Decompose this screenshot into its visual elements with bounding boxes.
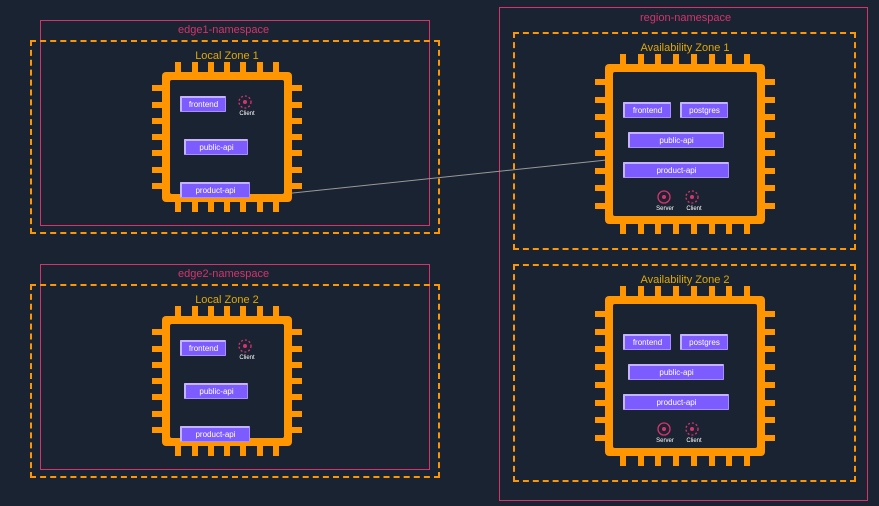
consul-server-label-az1: Server	[652, 206, 678, 212]
svc-az1-product-api: product-api	[623, 162, 729, 178]
svc-az1-frontend: frontend	[623, 102, 671, 118]
svc-lz2-product-api: product-api	[180, 426, 250, 442]
zone-local1-label: Local Zone 1	[127, 50, 327, 62]
namespace-edge2-label: edge2-namespace	[178, 268, 269, 280]
svc-az2-postgres: postgres	[680, 334, 728, 350]
svc-lz1-public-api: public-api	[184, 139, 248, 155]
zone-local2-label: Local Zone 2	[127, 294, 327, 306]
consul-client-label-az2: Client	[682, 438, 706, 444]
svc-az1-public-api: public-api	[628, 132, 724, 148]
zone-az1-label: Availability Zone 1	[585, 42, 785, 54]
svc-az2-frontend: frontend	[623, 334, 671, 350]
svc-az2-product-api: product-api	[623, 394, 729, 410]
svc-lz1-frontend: frontend	[180, 96, 226, 112]
svc-az2-public-api: public-api	[628, 364, 724, 380]
svc-lz2-public-api: public-api	[184, 383, 248, 399]
consul-client-label-az1: Client	[682, 206, 706, 212]
zone-az2-label: Availability Zone 2	[585, 274, 785, 286]
consul-server-label-az2: Server	[652, 438, 678, 444]
consul-client-label-lz1: Client	[235, 111, 259, 117]
svc-lz2-frontend: frontend	[180, 340, 226, 356]
consul-client-label-lz2: Client	[235, 355, 259, 361]
namespace-region-label: region-namespace	[640, 12, 731, 24]
svc-az1-postgres: postgres	[680, 102, 728, 118]
namespace-edge1-label: edge1-namespace	[178, 24, 269, 36]
svc-lz1-product-api: product-api	[180, 182, 250, 198]
